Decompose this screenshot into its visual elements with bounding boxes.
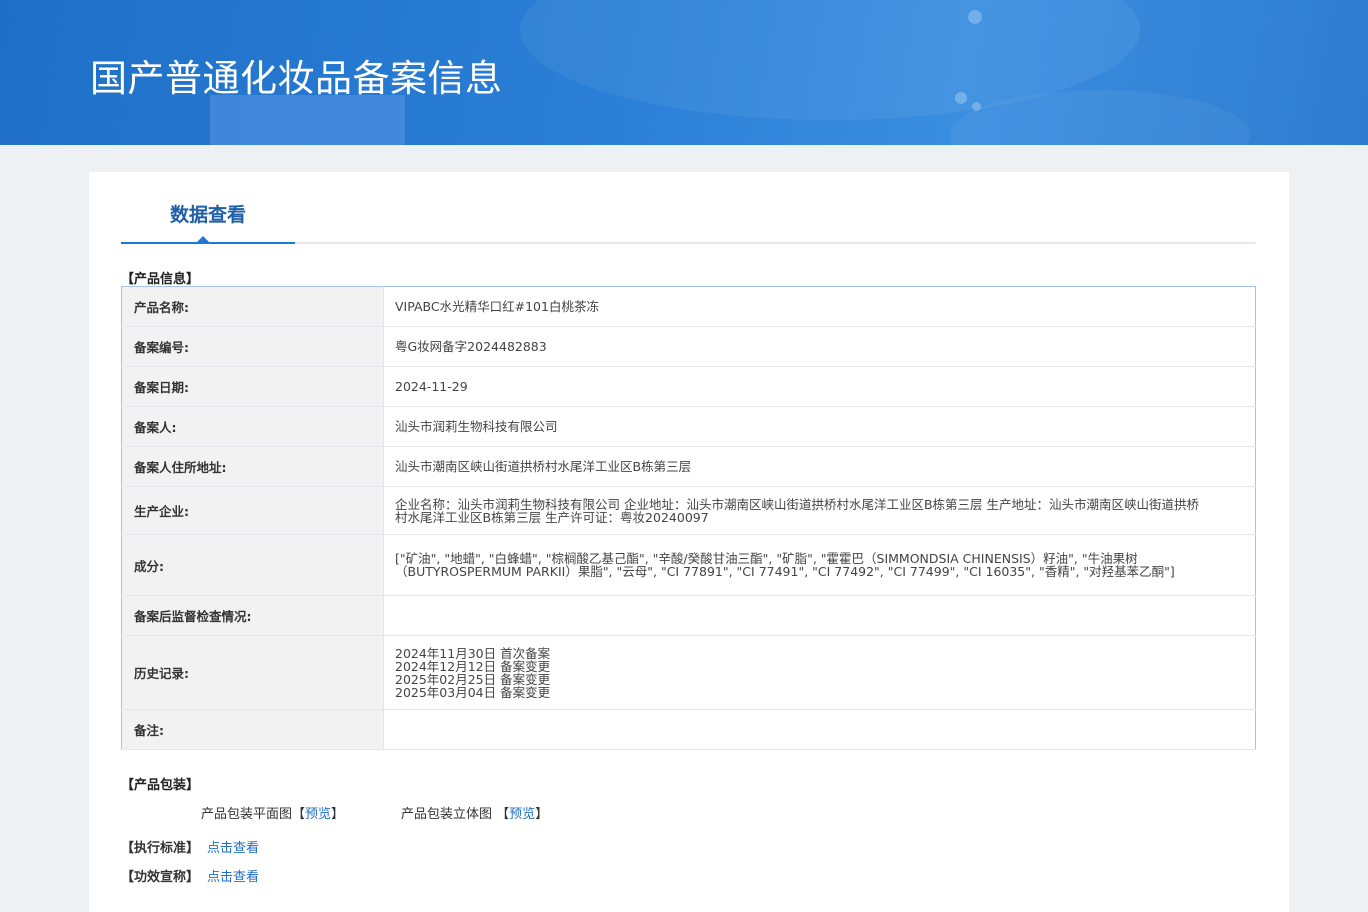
table-row: 备案人住所地址: 汕头市潮南区峡山街道拱桥村水尾洋工业区B栋第三层 — [121, 446, 1256, 487]
table-row: 历史记录: 2024年11月30日 首次备案 2024年12月12日 备案变更 … — [121, 635, 1256, 710]
tab-bar: 数据查看 — [121, 172, 1256, 244]
product-name-value: VIPABC水光精华口红#101白桃茶冻 — [383, 286, 1256, 327]
row-label: 备注: — [121, 709, 384, 750]
efficacy-row: 【功效宣称】 点击查看 — [121, 866, 259, 885]
banner-decoration — [955, 92, 967, 104]
banner-decoration — [210, 95, 405, 145]
packaging-flat-item: 产品包装平面图【预览】 — [201, 807, 345, 822]
product-section-title: 【产品信息】 — [121, 272, 200, 287]
row-label: 备案后监督检查情况: — [121, 595, 384, 636]
filing-date-value: 2024-11-29 — [383, 366, 1256, 407]
standard-row: 【执行标准】 点击查看 — [121, 837, 259, 856]
header-banner: 国产普通化妆品备案信息 — [0, 0, 1368, 145]
packaging-flat-label: 产品包装平面图 — [201, 807, 293, 822]
supervision-value — [383, 595, 1256, 636]
packaging-flat-preview-link[interactable]: 预览 — [305, 807, 331, 822]
tab-label: 数据查看 — [169, 204, 246, 226]
standard-title: 【执行标准】 — [121, 841, 200, 856]
table-row: 备案日期: 2024-11-29 — [121, 366, 1256, 407]
table-row: 备案人: 汕头市润莉生物科技有限公司 — [121, 406, 1256, 447]
table-row: 产品名称: VIPABC水光精华口红#101白桃茶冻 — [121, 286, 1256, 327]
banner-decoration — [968, 10, 982, 24]
efficacy-title: 【功效宣称】 — [121, 870, 200, 885]
history-entry: 2024年12月12日 备案变更 — [395, 658, 551, 674]
row-label: 生产企业: — [121, 486, 384, 535]
banner-decoration — [972, 102, 981, 111]
manufacturer-value: 企业名称：汕头市润莉生物科技有限公司 企业地址：汕头市潮南区峡山街道拱桥村水尾洋… — [383, 486, 1256, 535]
tab-active-caret-icon — [197, 236, 209, 242]
packaging-solid-label: 产品包装立体图 — [401, 807, 493, 822]
standard-view-link[interactable]: 点击查看 — [207, 841, 259, 856]
filer-address-value: 汕头市潮南区峡山街道拱桥村水尾洋工业区B栋第三层 — [383, 446, 1256, 487]
row-label: 历史记录: — [121, 635, 384, 710]
history-entry: 2024年11月30日 首次备案 — [395, 645, 551, 661]
table-row: 生产企业: 企业名称：汕头市润莉生物科技有限公司 企业地址：汕头市潮南区峡山街道… — [121, 486, 1256, 535]
table-row: 成分: ["矿油", "地蜡", "白蜂蜡", "棕榈酸乙基己酯", "辛酸/癸… — [121, 534, 1256, 596]
filing-number-value: 粤G妆网备字2024482883 — [383, 326, 1256, 367]
row-label: 成分: — [121, 534, 384, 596]
main-card: 数据查看 【产品信息】 产品名称: VIPABC水光精华口红#101白桃茶冻 备… — [89, 172, 1289, 912]
table-row: 备案编号: 粤G妆网备字2024482883 — [121, 326, 1256, 367]
page-title: 国产普通化妆品备案信息 — [90, 57, 503, 100]
remarks-value — [383, 709, 1256, 750]
table-row: 备案后监督检查情况: — [121, 595, 1256, 636]
efficacy-view-link[interactable]: 点击查看 — [207, 870, 259, 885]
packaging-solid-item: 产品包装立体图 【预览】 — [401, 807, 549, 822]
filer-value: 汕头市润莉生物科技有限公司 — [383, 406, 1256, 447]
ingredients-value: ["矿油", "地蜡", "白蜂蜡", "棕榈酸乙基己酯", "辛酸/癸酸甘油三… — [383, 534, 1256, 596]
row-label: 备案人住所地址: — [121, 446, 384, 487]
history-entry: 2025年02月25日 备案变更 — [395, 671, 551, 687]
row-label: 备案人: — [121, 406, 384, 447]
table-row: 备注: — [121, 709, 1256, 750]
history-entry: 2025年03月04日 备案变更 — [395, 684, 551, 700]
row-label: 备案编号: — [121, 326, 384, 367]
row-label: 备案日期: — [121, 366, 384, 407]
history-value: 2024年11月30日 首次备案 2024年12月12日 备案变更 2025年0… — [383, 635, 1256, 710]
product-info-table: 产品名称: VIPABC水光精华口红#101白桃茶冻 备案编号: 粤G妆网备字2… — [121, 286, 1256, 750]
row-label: 产品名称: — [121, 286, 384, 327]
packaging-solid-preview-link[interactable]: 预览 — [509, 807, 535, 822]
tab-data-view[interactable]: 数据查看 — [121, 172, 295, 244]
packaging-section-title: 【产品包装】 — [121, 778, 200, 793]
